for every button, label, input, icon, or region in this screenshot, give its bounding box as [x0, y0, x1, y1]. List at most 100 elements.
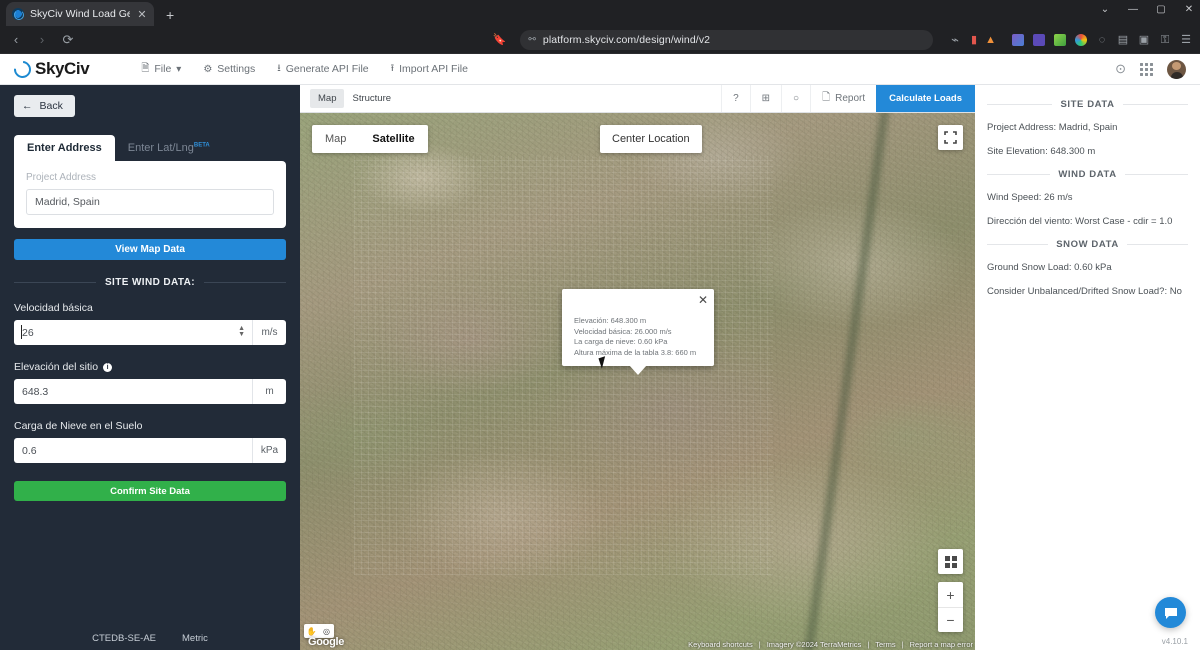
- snow-data-title: SNOW DATA: [1056, 239, 1119, 250]
- carga-nieve-input[interactable]: 0.6: [14, 438, 252, 463]
- apps-grid-icon[interactable]: [1140, 62, 1153, 76]
- add-view-icon[interactable]: ⊞: [749, 85, 781, 112]
- center-location-button[interactable]: Center Location: [600, 125, 702, 153]
- reload-icon[interactable]: ⟳: [60, 32, 76, 48]
- window-controls: ⌄ — ▢ ✕: [1098, 3, 1196, 17]
- design-code-badge[interactable]: CTEDB-SE-AE: [92, 633, 156, 644]
- help-circle-icon[interactable]: ⊙: [1115, 61, 1126, 77]
- warning-icon[interactable]: ▲: [985, 34, 996, 46]
- wind-data-speed: Wind Speed: 26 m/s: [987, 192, 1073, 203]
- velocidad-basica-input[interactable]: 26 ▲ ▼: [14, 320, 252, 345]
- zoom-in-button[interactable]: +: [938, 582, 963, 607]
- menu-settings[interactable]: ⚙ Settings: [203, 63, 255, 75]
- menu-import-api-label: Import API File: [399, 63, 468, 75]
- popup-content: Elevación: 648.300 m Velocidad básica: 2…: [574, 316, 702, 358]
- browser-window: SkyCiv Wind Load Generator ✕ + ⌄ — ▢ ✕ ‹…: [0, 0, 1200, 650]
- grid-view-button[interactable]: [938, 549, 963, 574]
- extension-green-icon[interactable]: [1054, 33, 1066, 46]
- tab-enter-address[interactable]: Enter Address: [14, 135, 115, 161]
- attribution-keyboard-shortcuts[interactable]: Keyboard shortcuts: [688, 640, 753, 649]
- units-badge[interactable]: Metric: [182, 633, 208, 644]
- browser-tab-title: SkyCiv Wind Load Generator: [30, 8, 130, 20]
- site-wind-data-divider: SITE WIND DATA:: [14, 277, 286, 288]
- segment-structure[interactable]: Structure: [344, 89, 399, 108]
- close-window-icon[interactable]: ✕: [1182, 3, 1196, 17]
- sidebar-footer: CTEDB-SE-AE Metric: [0, 626, 300, 650]
- popup-line-velocidad: Velocidad básica: 26.000 m/s: [574, 326, 672, 336]
- new-tab-button[interactable]: +: [166, 7, 174, 26]
- browser-nav-bar: ‹ › ⟳ 🔖 ⚯ platform.skyciv.com/design/win…: [0, 26, 1200, 54]
- extension-indigo-icon[interactable]: [1033, 33, 1045, 46]
- tab-enter-latlng[interactable]: Enter Lat/LngBETA: [115, 135, 223, 161]
- hamburger-menu-icon[interactable]: ☰: [1180, 34, 1192, 46]
- share-icon[interactable]: ⌁: [947, 32, 963, 48]
- settings-icon[interactable]: ○: [781, 85, 810, 112]
- skyciv-logo-text: SkyCiv: [35, 59, 90, 78]
- project-address-input[interactable]: [26, 189, 274, 215]
- address-bar[interactable]: ⚯ platform.skyciv.com/design/wind/v2: [520, 29, 934, 50]
- map-type-satellite[interactable]: Satellite: [359, 125, 427, 153]
- minimize-icon[interactable]: —: [1126, 3, 1140, 17]
- elevacion-row: 648.3 m: [14, 379, 286, 404]
- extension-purple-icon[interactable]: [1012, 33, 1024, 46]
- calculate-loads-button[interactable]: Calculate Loads: [876, 85, 975, 112]
- segment-map[interactable]: Map: [310, 89, 345, 108]
- stepper-icon[interactable]: ▲ ▼: [238, 325, 245, 338]
- wind-data-title: WIND DATA: [1058, 169, 1117, 180]
- bookmark-icon[interactable]: 🔖: [493, 33, 507, 46]
- arrow-left-icon: ←: [22, 100, 33, 112]
- back-button-label: Back: [39, 100, 63, 112]
- elevacion-label-text: Elevación del sitio: [14, 361, 99, 373]
- menu-import-api-file[interactable]: ⭱ Import API File: [391, 61, 468, 78]
- gear-icon: ⚙: [203, 63, 213, 75]
- satellite-map[interactable]: Map Satellite Center Location ✋ ◎ + − Go…: [300, 113, 975, 650]
- map-type-map[interactable]: Map: [312, 125, 359, 153]
- info-icon[interactable]: i: [103, 362, 113, 372]
- back-button[interactable]: ← Back: [14, 95, 75, 117]
- extension-panel-icon[interactable]: ▤: [1117, 34, 1129, 46]
- velocidad-basica-value: 26: [22, 326, 34, 339]
- site-info-icon[interactable]: ⚯: [528, 34, 536, 45]
- fullscreen-icon[interactable]: [938, 125, 963, 150]
- velocidad-basica-unit: m/s: [252, 320, 286, 345]
- site-data-project-address: Project Address: Madrid, Spain: [987, 122, 1118, 133]
- close-tab-icon[interactable]: ✕: [136, 8, 148, 21]
- skyciv-logo[interactable]: SkyCiv: [10, 57, 90, 81]
- menu-file[interactable]: 🗎 File ▾: [141, 61, 181, 78]
- file-icon: 🗎: [141, 62, 150, 74]
- chat-widget-button[interactable]: [1155, 597, 1186, 628]
- skyciv-app: SkyCiv 🗎 File ▾ ⚙ Settings ⭳ Generate AP…: [0, 54, 1200, 650]
- back-icon[interactable]: ‹: [8, 32, 24, 47]
- forward-icon[interactable]: ›: [34, 32, 50, 47]
- maximize-icon[interactable]: ▢: [1154, 3, 1168, 17]
- map-toolbar: Map Structure ? ⊞ ○ 🗋 Report Calculate L…: [300, 85, 975, 113]
- elevacion-input[interactable]: 648.3: [14, 379, 252, 404]
- confirm-site-data-button[interactable]: Confirm Site Data: [14, 481, 286, 501]
- browser-tab[interactable]: SkyCiv Wind Load Generator ✕: [6, 2, 154, 26]
- extensions-area: ◌ ▤ ▣ ⚿ ☰: [1010, 33, 1192, 46]
- upload-icon: ⭱: [390, 62, 395, 74]
- shield-badge-icon[interactable]: ▮: [971, 33, 977, 46]
- velocidad-basica-row: 26 ▲ ▼ m/s: [14, 320, 286, 345]
- address-mode-tabs: Enter Address Enter Lat/LngBETA: [14, 135, 286, 161]
- view-map-data-button[interactable]: View Map Data: [14, 239, 286, 260]
- site-data-elevation: Site Elevation: 648.300 m: [987, 146, 1096, 157]
- map-attribution: Keyboard shortcuts | Imagery ©2024 TerraM…: [688, 640, 973, 649]
- extension-color-wheel-icon[interactable]: [1075, 33, 1087, 46]
- chevron-down-icon[interactable]: ⌄: [1098, 3, 1112, 17]
- extensions-puzzle-icon[interactable]: ⚿: [1159, 34, 1171, 46]
- extension-sidebar-icon[interactable]: ▣: [1138, 34, 1150, 46]
- zoom-out-button[interactable]: −: [938, 607, 963, 632]
- elevacion-unit: m: [252, 379, 286, 404]
- browser-tab-strip: SkyCiv Wind Load Generator ✕ + ⌄ — ▢ ✕: [0, 0, 1200, 26]
- user-avatar[interactable]: [1167, 59, 1186, 79]
- menu-generate-api-file[interactable]: ⭳ Generate API File: [277, 61, 368, 78]
- map-area: Map Structure ? ⊞ ○ 🗋 Report Calculate L…: [300, 85, 975, 650]
- attribution-terms[interactable]: Terms: [875, 640, 895, 649]
- report-button[interactable]: 🗋 Report: [810, 85, 876, 112]
- carga-nieve-label: Carga de Nieve en el Suelo: [14, 420, 286, 432]
- help-icon[interactable]: ?: [721, 85, 750, 112]
- close-icon[interactable]: ✕: [698, 293, 708, 307]
- extension-mask-icon[interactable]: ◌: [1096, 34, 1108, 46]
- attribution-report-error[interactable]: Report a map error: [910, 640, 973, 649]
